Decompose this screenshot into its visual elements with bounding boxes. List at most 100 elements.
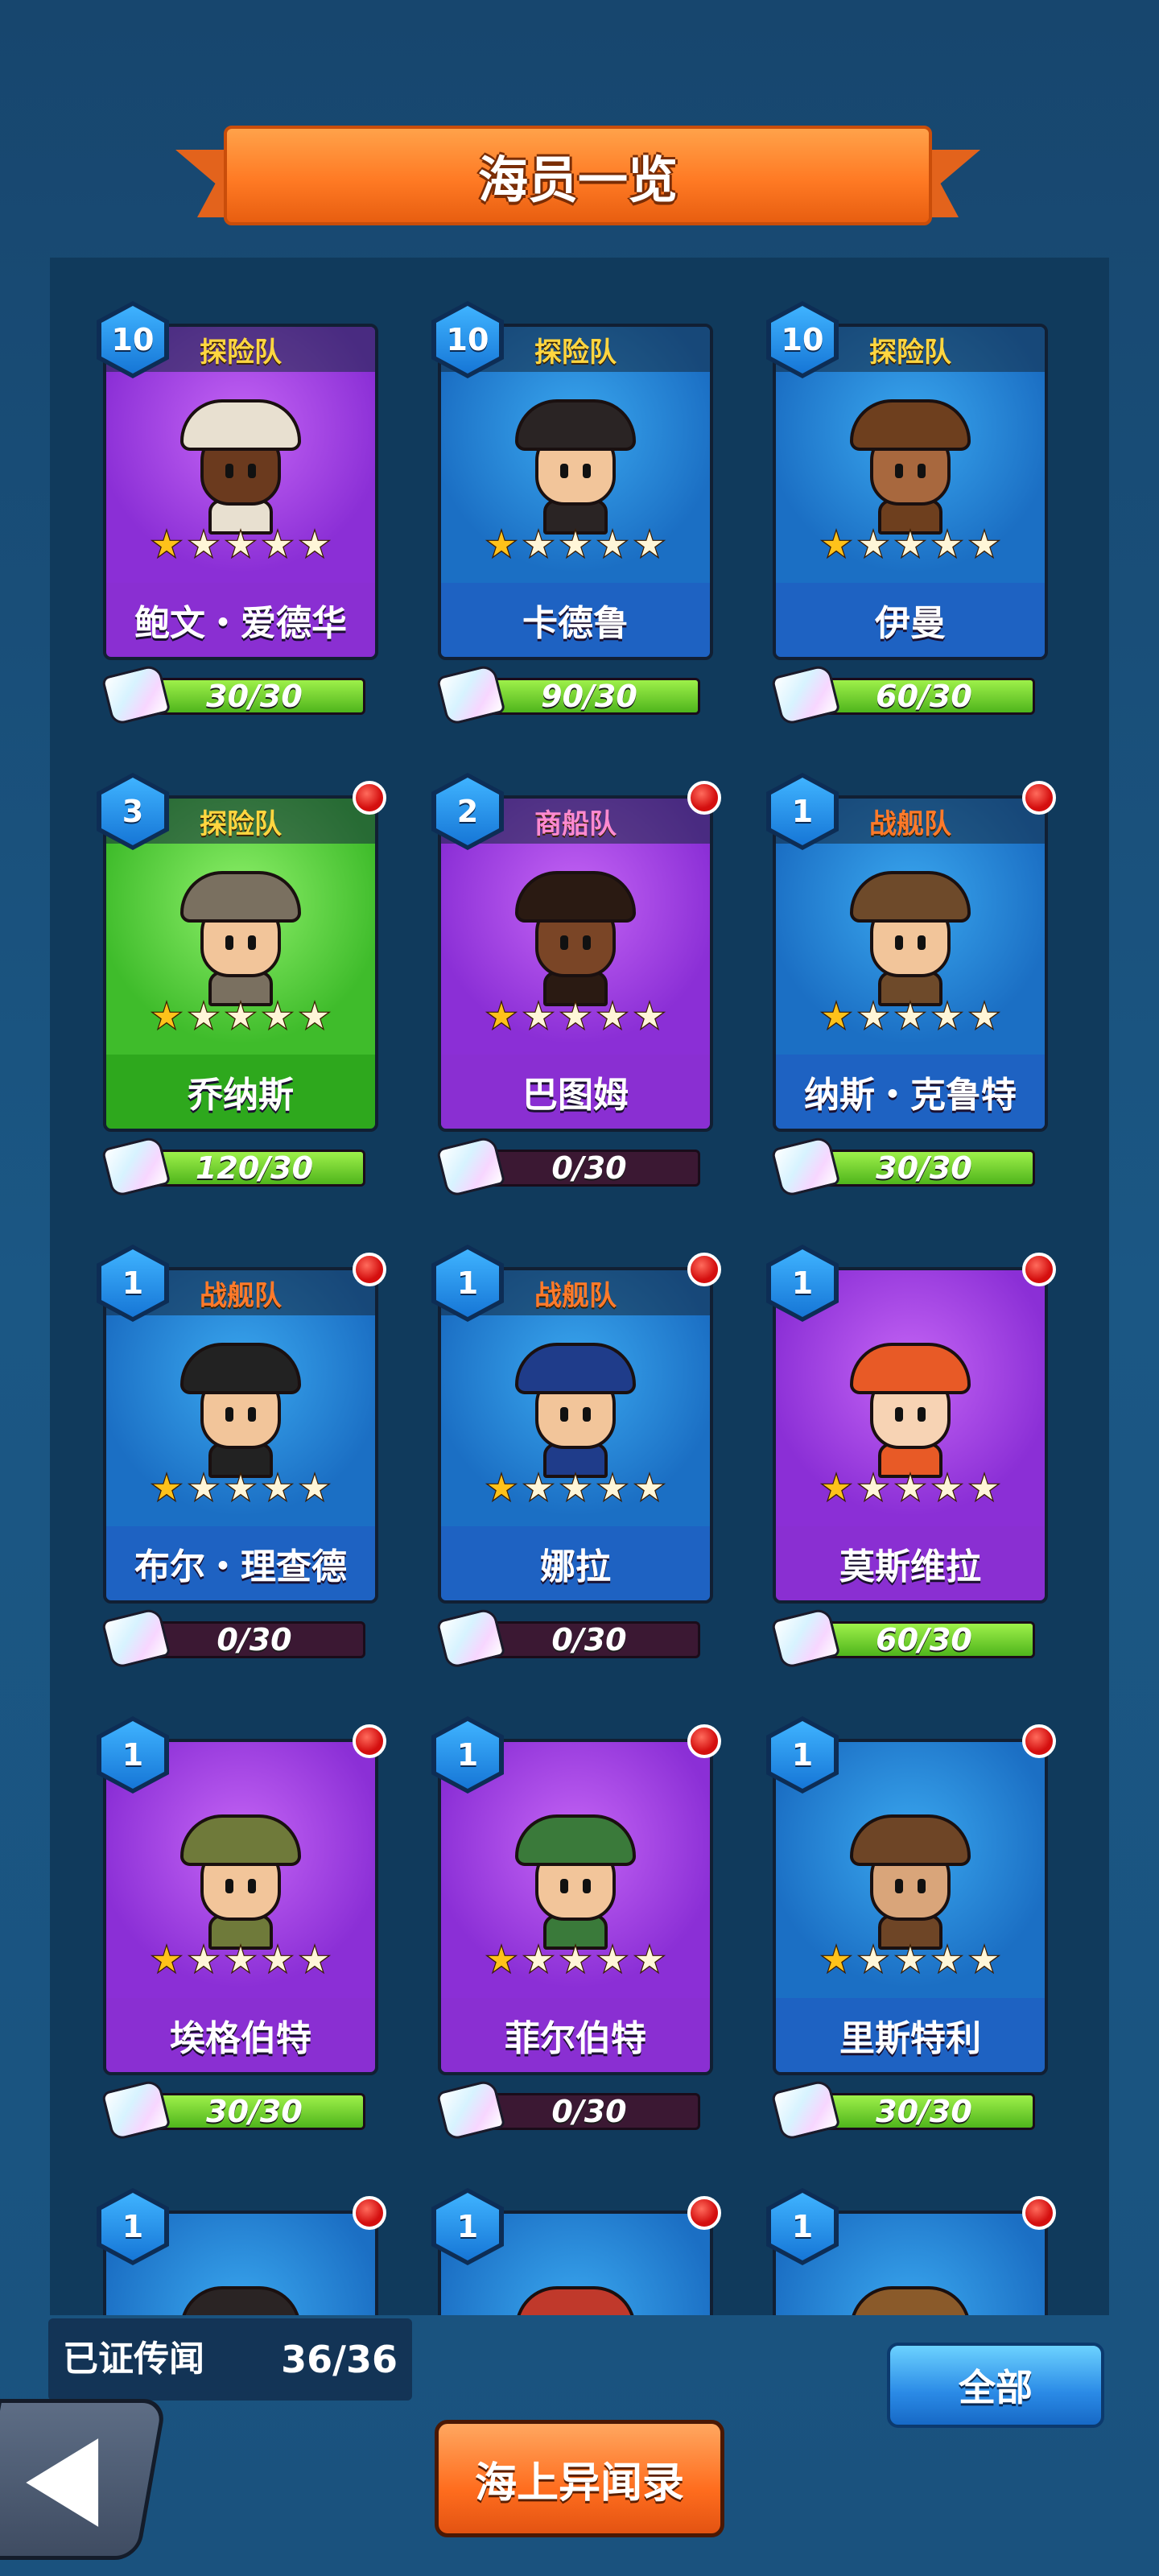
star-icon: [893, 1000, 927, 1031]
star-icon: [224, 1943, 258, 1975]
level-value: 2: [436, 778, 499, 845]
crew-card[interactable]: 菲尔伯特 1: [431, 1716, 721, 2075]
crew-eye: [918, 935, 926, 950]
star-icon: [298, 1943, 332, 1975]
star-rating: [441, 1472, 710, 1512]
crew-card[interactable]: 1: [431, 2188, 721, 2315]
star-icon: [893, 528, 927, 559]
filter-all-button[interactable]: 全部: [887, 2343, 1104, 2428]
notification-dot-icon: [687, 1724, 721, 1758]
star-icon: [967, 528, 1001, 559]
crew-portrait: [172, 1811, 309, 1950]
crew-portrait: [172, 396, 309, 535]
progress-text: 60/30: [876, 1622, 972, 1657]
star-icon: [522, 1943, 555, 1975]
level-value: 1: [436, 1249, 499, 1317]
crew-portrait: [842, 396, 979, 535]
crew-card[interactable]: 探险队 乔纳斯 3: [97, 773, 386, 1132]
star-icon: [967, 1943, 1001, 1975]
crew-card[interactable]: 埃格伯特 1: [97, 1716, 386, 2075]
crew-name: 埃格伯特: [106, 1998, 375, 2072]
notification-dot-icon: [353, 781, 386, 815]
crew-portrait: [842, 868, 979, 1006]
crew-card-frame: 探险队 伊曼: [776, 327, 1045, 657]
star-rating: [776, 528, 1045, 568]
star-icon: [298, 1472, 332, 1503]
star-icon: [187, 1000, 221, 1031]
star-icon: [596, 528, 629, 559]
crew-grid-panel[interactable]: 探险队 鲍文・爱德华 10 30/30 探险队 卡德鲁 10 90/30 探险队 伊曼 10 60/3…: [50, 258, 1109, 2315]
star-rating: [441, 528, 710, 568]
star-icon: [150, 1472, 184, 1503]
crew-portrait: [172, 2283, 309, 2315]
crew-hat: [515, 1814, 636, 1866]
crew-hat: [180, 1814, 301, 1866]
star-icon: [224, 1000, 258, 1031]
crew-card[interactable]: 商船队 巴图姆 2: [431, 773, 721, 1132]
crew-card[interactable]: 探险队 鲍文・爱德华 10: [97, 301, 378, 660]
crew-hat: [515, 2286, 636, 2315]
shard-progress: 0/30: [435, 2078, 700, 2142]
crew-card-frame: 里斯特利: [776, 1742, 1045, 2072]
star-icon: [633, 1472, 666, 1503]
shard-progress: 0/30: [435, 1606, 700, 1670]
crew-card[interactable]: 1: [97, 2188, 386, 2315]
title-banner-body: 海员一览: [224, 126, 932, 225]
crew-name: 乔纳斯: [106, 1055, 375, 1129]
proven-rumors-value: 36/36: [281, 2338, 398, 2381]
star-icon: [522, 528, 555, 559]
crew-eye: [225, 464, 233, 478]
crew-hat: [850, 2286, 971, 2315]
title-banner: 海员一览: [175, 126, 980, 225]
crew-card[interactable]: 战舰队 布尔・理查德 1: [97, 1245, 386, 1604]
crew-card[interactable]: 战舰队 娜拉 1: [431, 1245, 721, 1604]
notification-dot-icon: [1022, 1253, 1056, 1286]
shard-progress: 90/30: [435, 663, 700, 727]
notification-dot-icon: [353, 1253, 386, 1286]
progress-text: 30/30: [206, 679, 303, 714]
star-rating: [441, 1943, 710, 1984]
crew-card[interactable]: 探险队 卡德鲁 10: [431, 301, 713, 660]
crew-card-frame: 莫斯维拉: [776, 1270, 1045, 1600]
puzzle-piece-icon: [435, 663, 506, 727]
crew-card[interactable]: 1: [766, 2188, 1056, 2315]
crew-card[interactable]: 战舰队 纳斯・克鲁特 1: [766, 773, 1056, 1132]
star-icon: [261, 1943, 295, 1975]
crew-eye: [583, 464, 591, 478]
puzzle-piece-icon: [770, 1134, 841, 1199]
level-value: 1: [436, 1721, 499, 1789]
crew-eye: [895, 935, 903, 950]
star-icon: [485, 1000, 518, 1031]
crew-eye: [583, 1879, 591, 1893]
back-button[interactable]: [0, 2399, 167, 2560]
crew-eye: [248, 935, 256, 950]
crew-card[interactable]: 里斯特利 1: [766, 1716, 1056, 2075]
level-value: 1: [771, 1721, 834, 1789]
star-icon: [967, 1000, 1001, 1031]
star-icon: [819, 1472, 853, 1503]
crew-name: 娜拉: [441, 1526, 710, 1600]
crew-hat: [850, 1343, 971, 1394]
star-icon: [187, 528, 221, 559]
back-arrow-icon: [26, 2438, 98, 2527]
level-value: 1: [101, 1249, 164, 1317]
crew-card[interactable]: 莫斯维拉 1: [766, 1245, 1056, 1604]
star-icon: [596, 1943, 629, 1975]
crew-card-frame: 探险队 卡德鲁: [441, 327, 710, 657]
progress-text: 30/30: [876, 2094, 972, 2129]
sea-rumors-log-button[interactable]: 海上异闻录: [435, 2420, 724, 2537]
puzzle-piece-icon: [435, 1606, 506, 1670]
crew-hat: [850, 871, 971, 923]
notification-dot-icon: [687, 1253, 721, 1286]
star-icon: [522, 1000, 555, 1031]
crew-eye: [225, 1407, 233, 1422]
star-icon: [559, 1943, 592, 1975]
star-icon: [187, 1472, 221, 1503]
level-value: 1: [771, 778, 834, 845]
crew-card[interactable]: 探险队 伊曼 10: [766, 301, 1048, 660]
star-icon: [485, 528, 518, 559]
notification-dot-icon: [1022, 2196, 1056, 2230]
crew-eye: [225, 935, 233, 950]
level-value: 10: [436, 306, 499, 374]
crew-card-frame: 埃格伯特: [106, 1742, 375, 2072]
